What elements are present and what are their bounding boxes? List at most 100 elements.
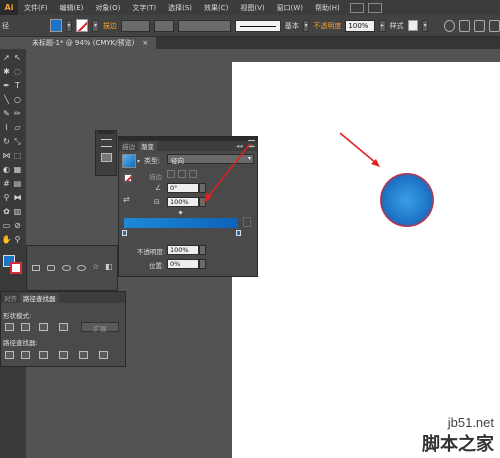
gradient-stop-end[interactable] <box>236 230 241 236</box>
brush-definition-field[interactable] <box>178 19 232 32</box>
document-tab[interactable]: 未标题-1* @ 94% (CMYK/预览) × <box>26 37 156 49</box>
exclude-button[interactable] <box>59 323 68 331</box>
artboard[interactable] <box>232 62 500 458</box>
tab-pathfinder[interactable]: 路径查找器 <box>20 292 59 303</box>
tab-align[interactable]: 对齐 <box>1 293 20 303</box>
ellipse-symbol-icon[interactable] <box>62 265 71 271</box>
variable-width-field[interactable] <box>154 19 175 32</box>
bridge-icon[interactable] <box>349 2 364 13</box>
stroke-dropdown[interactable]: ▾ <box>92 19 99 32</box>
arrange-documents-icon[interactable] <box>367 2 382 13</box>
color-panel-icon[interactable] <box>101 139 112 147</box>
stroke-label[interactable]: 描边 <box>103 21 117 31</box>
reverse-gradient-icon[interactable]: ⇄ <box>123 195 133 205</box>
stop-location-input[interactable]: 0% <box>167 259 199 269</box>
perspective-grid-tool-icon[interactable]: ▦ <box>13 165 22 174</box>
opacity-input[interactable]: 100% <box>345 19 376 32</box>
selection-tool-icon[interactable]: ➚ <box>2 53 11 62</box>
unite-button[interactable] <box>5 323 14 331</box>
isolate-icon[interactable] <box>488 19 500 32</box>
pen-tool-icon[interactable]: ✒ <box>2 81 11 90</box>
symbol-sprayer-tool-icon[interactable]: ✿ <box>2 207 11 216</box>
artboard-tool-icon[interactable]: ▭ <box>2 221 11 230</box>
graphic-style-dropdown[interactable]: ▾ <box>421 19 429 32</box>
brush-tool-icon[interactable]: ✎ <box>2 109 11 118</box>
stroke-color-icon[interactable] <box>123 173 133 183</box>
rounded-rect-symbol-icon[interactable] <box>47 265 55 271</box>
menu-window[interactable]: 窗口(W) <box>271 3 309 13</box>
blend-tool-icon[interactable]: ⧓ <box>13 193 22 202</box>
eyedropper-tool-icon[interactable]: ⚲ <box>2 193 11 202</box>
menu-edit[interactable]: 编辑(E) <box>54 3 90 13</box>
line-tool-icon[interactable]: ╲ <box>2 95 11 104</box>
stroke-along-icon[interactable] <box>178 170 186 178</box>
stroke-apply-icon[interactable] <box>167 170 175 178</box>
opacity-dropdown[interactable]: ▸ <box>379 19 386 32</box>
recolor-artwork-icon[interactable] <box>443 19 455 32</box>
tab-stroke[interactable]: 描边 <box>119 141 138 151</box>
opacity-label[interactable]: 不透明度 <box>313 21 341 31</box>
midpoint-diamond[interactable] <box>178 210 183 215</box>
divide-button[interactable] <box>5 351 14 359</box>
zoom-tool-icon[interactable]: ⚲ <box>13 235 22 244</box>
gradient-preview-swatch[interactable] <box>122 154 136 168</box>
graphic-style-swatch[interactable] <box>407 20 418 31</box>
type-tool-icon[interactable]: T <box>13 81 22 90</box>
rotate-tool-icon[interactable]: ↻ <box>2 137 11 146</box>
ellipse-tool-icon[interactable]: ○ <box>13 95 22 104</box>
lasso-tool-icon[interactable]: ◌ <box>13 67 22 76</box>
stroke-style-preview[interactable] <box>235 19 281 32</box>
eraser-tool-icon[interactable]: ▱ <box>13 123 22 132</box>
width-tool-icon[interactable]: ⋈ <box>2 151 11 160</box>
rectangle-symbol-icon[interactable] <box>32 265 40 271</box>
stroke-color-icon[interactable] <box>10 262 22 274</box>
minus-front-button[interactable] <box>21 323 30 331</box>
align-icon[interactable] <box>458 19 470 32</box>
graph-tool-icon[interactable]: ▥ <box>13 207 22 216</box>
shape-builder-tool-icon[interactable]: ◐ <box>2 165 11 174</box>
trash-icon[interactable] <box>243 217 251 227</box>
pencil-tool-icon[interactable]: ✏ <box>13 109 22 118</box>
menu-help[interactable]: 帮助(H) <box>309 3 346 13</box>
oval-symbol-icon[interactable] <box>77 265 86 271</box>
gradient-stop-start[interactable] <box>122 230 127 236</box>
close-icon[interactable]: × <box>142 39 148 47</box>
minus-back-button[interactable] <box>99 351 108 359</box>
stop-location-dropdown[interactable] <box>199 259 206 269</box>
outline-button[interactable] <box>79 351 88 359</box>
stroke-swatch[interactable] <box>76 19 89 32</box>
direct-selection-tool-icon[interactable]: ↖ <box>13 53 22 62</box>
menu-object[interactable]: 对象(O) <box>89 3 126 13</box>
transform-icon[interactable] <box>473 19 485 32</box>
magic-wand-tool-icon[interactable]: ✱ <box>2 67 11 76</box>
stop-opacity-input[interactable]: 100% <box>167 245 199 255</box>
stroke-style-dropdown[interactable]: ▾ <box>302 19 310 32</box>
mesh-tool-icon[interactable]: # <box>2 179 11 188</box>
menu-type[interactable]: 文字(T) <box>126 3 162 13</box>
merge-button[interactable] <box>39 351 48 359</box>
swatches-panel-icon[interactable] <box>101 153 112 162</box>
menu-effect[interactable]: 效果(C) <box>198 3 234 13</box>
menu-view[interactable]: 视图(V) <box>234 3 270 13</box>
stroke-weight-field[interactable] <box>120 19 151 32</box>
scale-tool-icon[interactable]: ⤡ <box>13 137 22 146</box>
fill-dropdown[interactable]: ▾ <box>65 19 73 32</box>
tab-symbol-icon[interactable]: ◧ <box>105 262 113 271</box>
stop-opacity-dropdown[interactable] <box>199 245 206 255</box>
slice-tool-icon[interactable]: ⊘ <box>13 221 22 230</box>
trim-button[interactable] <box>21 351 30 359</box>
crop-button[interactable] <box>59 351 68 359</box>
expand-button[interactable]: 扩展 <box>81 322 119 333</box>
fill-swatch[interactable] <box>49 19 62 32</box>
gradient-tool-icon[interactable]: ▤ <box>13 179 22 188</box>
gradient-preview-dropdown-icon[interactable]: ▾ <box>137 158 140 165</box>
menu-select[interactable]: 选择(S) <box>162 3 198 13</box>
tab-gradient[interactable]: 渐变 <box>138 141 157 151</box>
gradient-circle-object[interactable] <box>380 173 434 227</box>
star-symbol-icon[interactable]: ☆ <box>92 262 99 271</box>
gradient-slider[interactable] <box>124 218 238 228</box>
blob-brush-tool-icon[interactable]: ⌇ <box>2 123 11 132</box>
hand-tool-icon[interactable]: ✋ <box>2 235 12 244</box>
free-transform-tool-icon[interactable]: ⬚ <box>13 151 22 160</box>
intersect-button[interactable] <box>39 323 48 331</box>
